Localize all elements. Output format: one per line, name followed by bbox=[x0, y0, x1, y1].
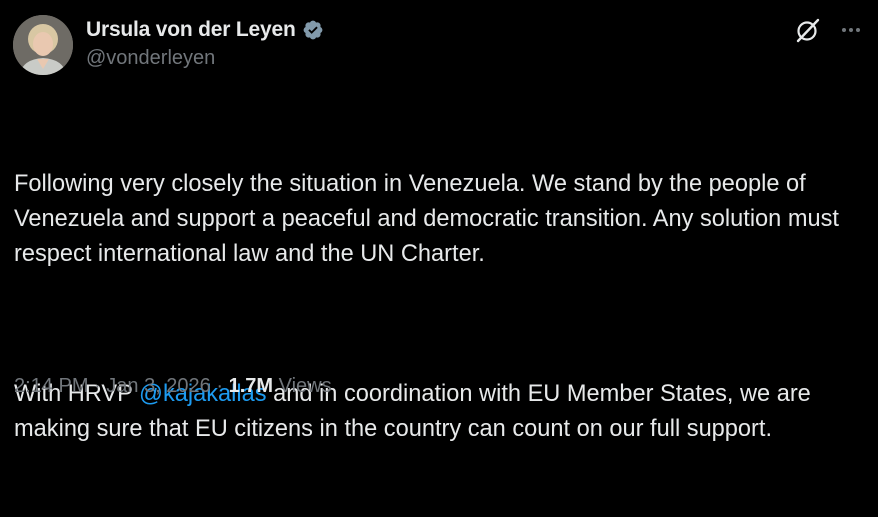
tweet-meta: 2:14 PM · Jan 3, 2026 · 1.7M Views bbox=[14, 375, 332, 398]
verified-badge-icon[interactable] bbox=[302, 19, 324, 41]
author-handle[interactable]: @vonderleyen bbox=[86, 47, 324, 70]
views-label: Views bbox=[273, 375, 332, 397]
views-count[interactable]: 1.7M bbox=[229, 375, 273, 397]
author-block: Ursula von der Leyen @vonderleyen bbox=[86, 16, 324, 70]
name-row: Ursula von der Leyen bbox=[86, 16, 324, 44]
avatar-image bbox=[13, 15, 73, 75]
tweet-text: Following very closely the situation in … bbox=[14, 97, 866, 517]
grok-icon[interactable] bbox=[794, 16, 822, 44]
author-display-name[interactable]: Ursula von der Leyen bbox=[86, 18, 296, 42]
tweet-date[interactable]: Jan 3, 2026 bbox=[106, 375, 211, 397]
tweet-card: Ursula von der Leyen @vonderleyen Follow… bbox=[0, 0, 878, 442]
tweet-actions bbox=[794, 16, 862, 44]
meta-separator: · bbox=[88, 375, 107, 397]
tweet-paragraph-1: Following very closely the situation in … bbox=[14, 171, 846, 267]
meta-separator: · bbox=[210, 375, 229, 397]
avatar[interactable] bbox=[13, 15, 73, 75]
more-horizontal-icon[interactable] bbox=[840, 19, 862, 41]
tweet-time[interactable]: 2:14 PM bbox=[14, 375, 88, 397]
